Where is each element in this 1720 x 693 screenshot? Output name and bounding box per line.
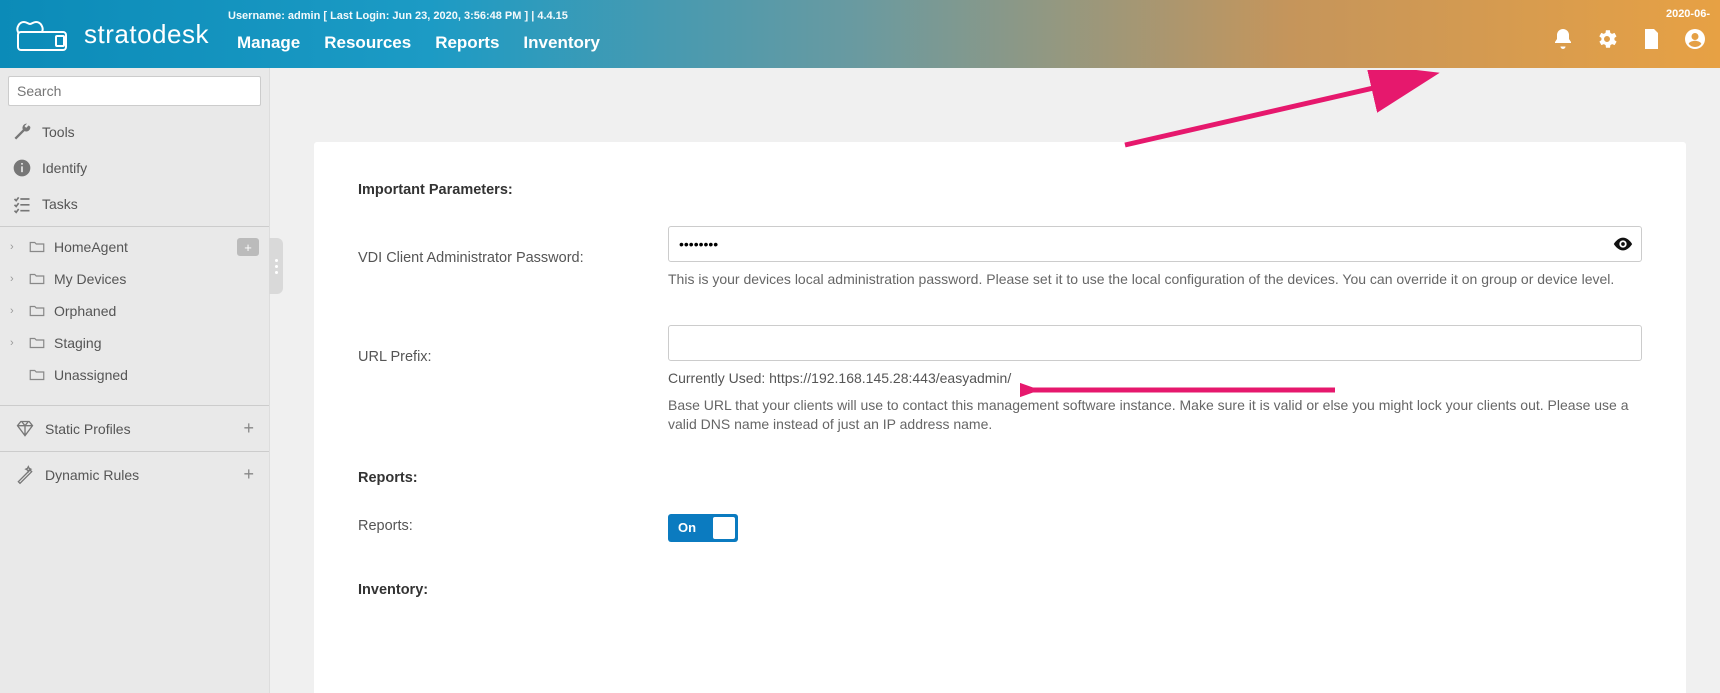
notifications-icon[interactable]: [1550, 26, 1576, 52]
folder-icon: [28, 366, 46, 384]
sidebar-tasks[interactable]: Tasks: [0, 186, 269, 222]
tasks-icon: [12, 194, 32, 214]
tree-homeagent[interactable]: › HomeAgent +: [0, 231, 269, 263]
sidebar-collapse-handle[interactable]: [269, 238, 283, 294]
toggle-password-visibility[interactable]: [1612, 233, 1634, 258]
toggle-knob: [712, 516, 736, 540]
section-important-params: Important Parameters:: [358, 182, 1642, 198]
chevron-right-icon: ›: [10, 305, 20, 317]
eye-icon: [1612, 233, 1634, 255]
sidebar-item-label: Static Profiles: [45, 421, 131, 437]
session-meta: Username: admin [ Last Login: Jun 23, 20…: [228, 10, 568, 22]
sidebar-dynamic-rules[interactable]: Dynamic Rules +: [0, 451, 269, 497]
brand-text: stratodesk: [84, 19, 209, 50]
section-inventory: Inventory:: [358, 582, 1642, 598]
main-content: Important Parameters: VDI Client Adminis…: [270, 68, 1720, 693]
tree-orphaned[interactable]: › Orphaned: [0, 295, 269, 327]
nav-reports[interactable]: Reports: [435, 33, 499, 53]
wand-icon: [15, 465, 35, 485]
folder-icon: [28, 270, 46, 288]
reports-label: Reports:: [358, 514, 648, 542]
url-help: Base URL that your clients will use to c…: [668, 396, 1642, 434]
info-icon: [12, 158, 32, 178]
tree-mydevices[interactable]: › My Devices: [0, 263, 269, 295]
brand-logo: stratodesk: [12, 14, 209, 54]
tree-label: My Devices: [54, 271, 259, 287]
wrench-icon: [12, 122, 32, 142]
chevron-right-icon: ›: [10, 337, 20, 349]
tree-label: Unassigned: [54, 367, 259, 383]
url-prefix-input[interactable]: [668, 325, 1642, 361]
add-folder-button[interactable]: +: [237, 238, 259, 256]
add-icon[interactable]: +: [243, 464, 254, 485]
tree-staging[interactable]: › Staging: [0, 327, 269, 359]
header-icons: [1550, 26, 1708, 52]
url-label: URL Prefix:: [358, 325, 648, 434]
folder-icon: [28, 238, 46, 256]
password-help: This is your devices local administratio…: [668, 270, 1642, 289]
tree-label: Staging: [54, 335, 259, 351]
diamond-icon: [15, 419, 35, 439]
document-icon[interactable]: [1638, 26, 1664, 52]
sidebar-item-label: Identify: [42, 160, 87, 176]
sidebar-item-label: Tools: [42, 124, 75, 140]
tree-label: HomeAgent: [54, 239, 229, 255]
nav-inventory[interactable]: Inventory: [523, 33, 600, 53]
toggle-label: On: [678, 520, 696, 535]
tree-unassigned[interactable]: Unassigned: [0, 359, 269, 391]
folder-icon: [28, 302, 46, 320]
sidebar: Tools Identify Tasks › HomeAgent + › My …: [0, 68, 270, 693]
sidebar-identify[interactable]: Identify: [0, 150, 269, 186]
form-row-url: URL Prefix: Currently Used: https://192.…: [358, 325, 1642, 434]
sidebar-item-label: Dynamic Rules: [45, 467, 139, 483]
settings-panel: Important Parameters: VDI Client Adminis…: [314, 142, 1686, 693]
chevron-right-icon: ›: [10, 241, 20, 253]
password-label: VDI Client Administrator Password:: [358, 226, 648, 289]
form-row-password: VDI Client Administrator Password: This …: [358, 226, 1642, 289]
bear-logo-icon: [12, 14, 74, 54]
sidebar-tools[interactable]: Tools: [0, 114, 269, 150]
section-reports: Reports:: [358, 470, 1642, 486]
chevron-right-icon: ›: [10, 273, 20, 285]
sidebar-static-profiles[interactable]: Static Profiles +: [0, 405, 269, 451]
header-date: 2020-06-: [1666, 8, 1710, 20]
main-nav: Manage Resources Reports Inventory: [237, 33, 600, 53]
sidebar-item-label: Tasks: [42, 196, 78, 212]
add-icon[interactable]: +: [243, 418, 254, 439]
search-input[interactable]: [8, 76, 261, 106]
top-header: stratodesk Username: admin [ Last Login:…: [0, 0, 1720, 68]
url-currently-used: Currently Used: https://192.168.145.28:4…: [668, 369, 1642, 388]
nav-manage[interactable]: Manage: [237, 33, 300, 53]
tree-label: Orphaned: [54, 303, 259, 319]
settings-icon[interactable]: [1594, 26, 1620, 52]
reports-toggle[interactable]: On: [668, 514, 738, 542]
nav-resources[interactable]: Resources: [324, 33, 411, 53]
folder-icon: [28, 334, 46, 352]
user-icon[interactable]: [1682, 26, 1708, 52]
password-input[interactable]: [668, 226, 1642, 262]
form-row-reports: Reports: On: [358, 514, 1642, 542]
